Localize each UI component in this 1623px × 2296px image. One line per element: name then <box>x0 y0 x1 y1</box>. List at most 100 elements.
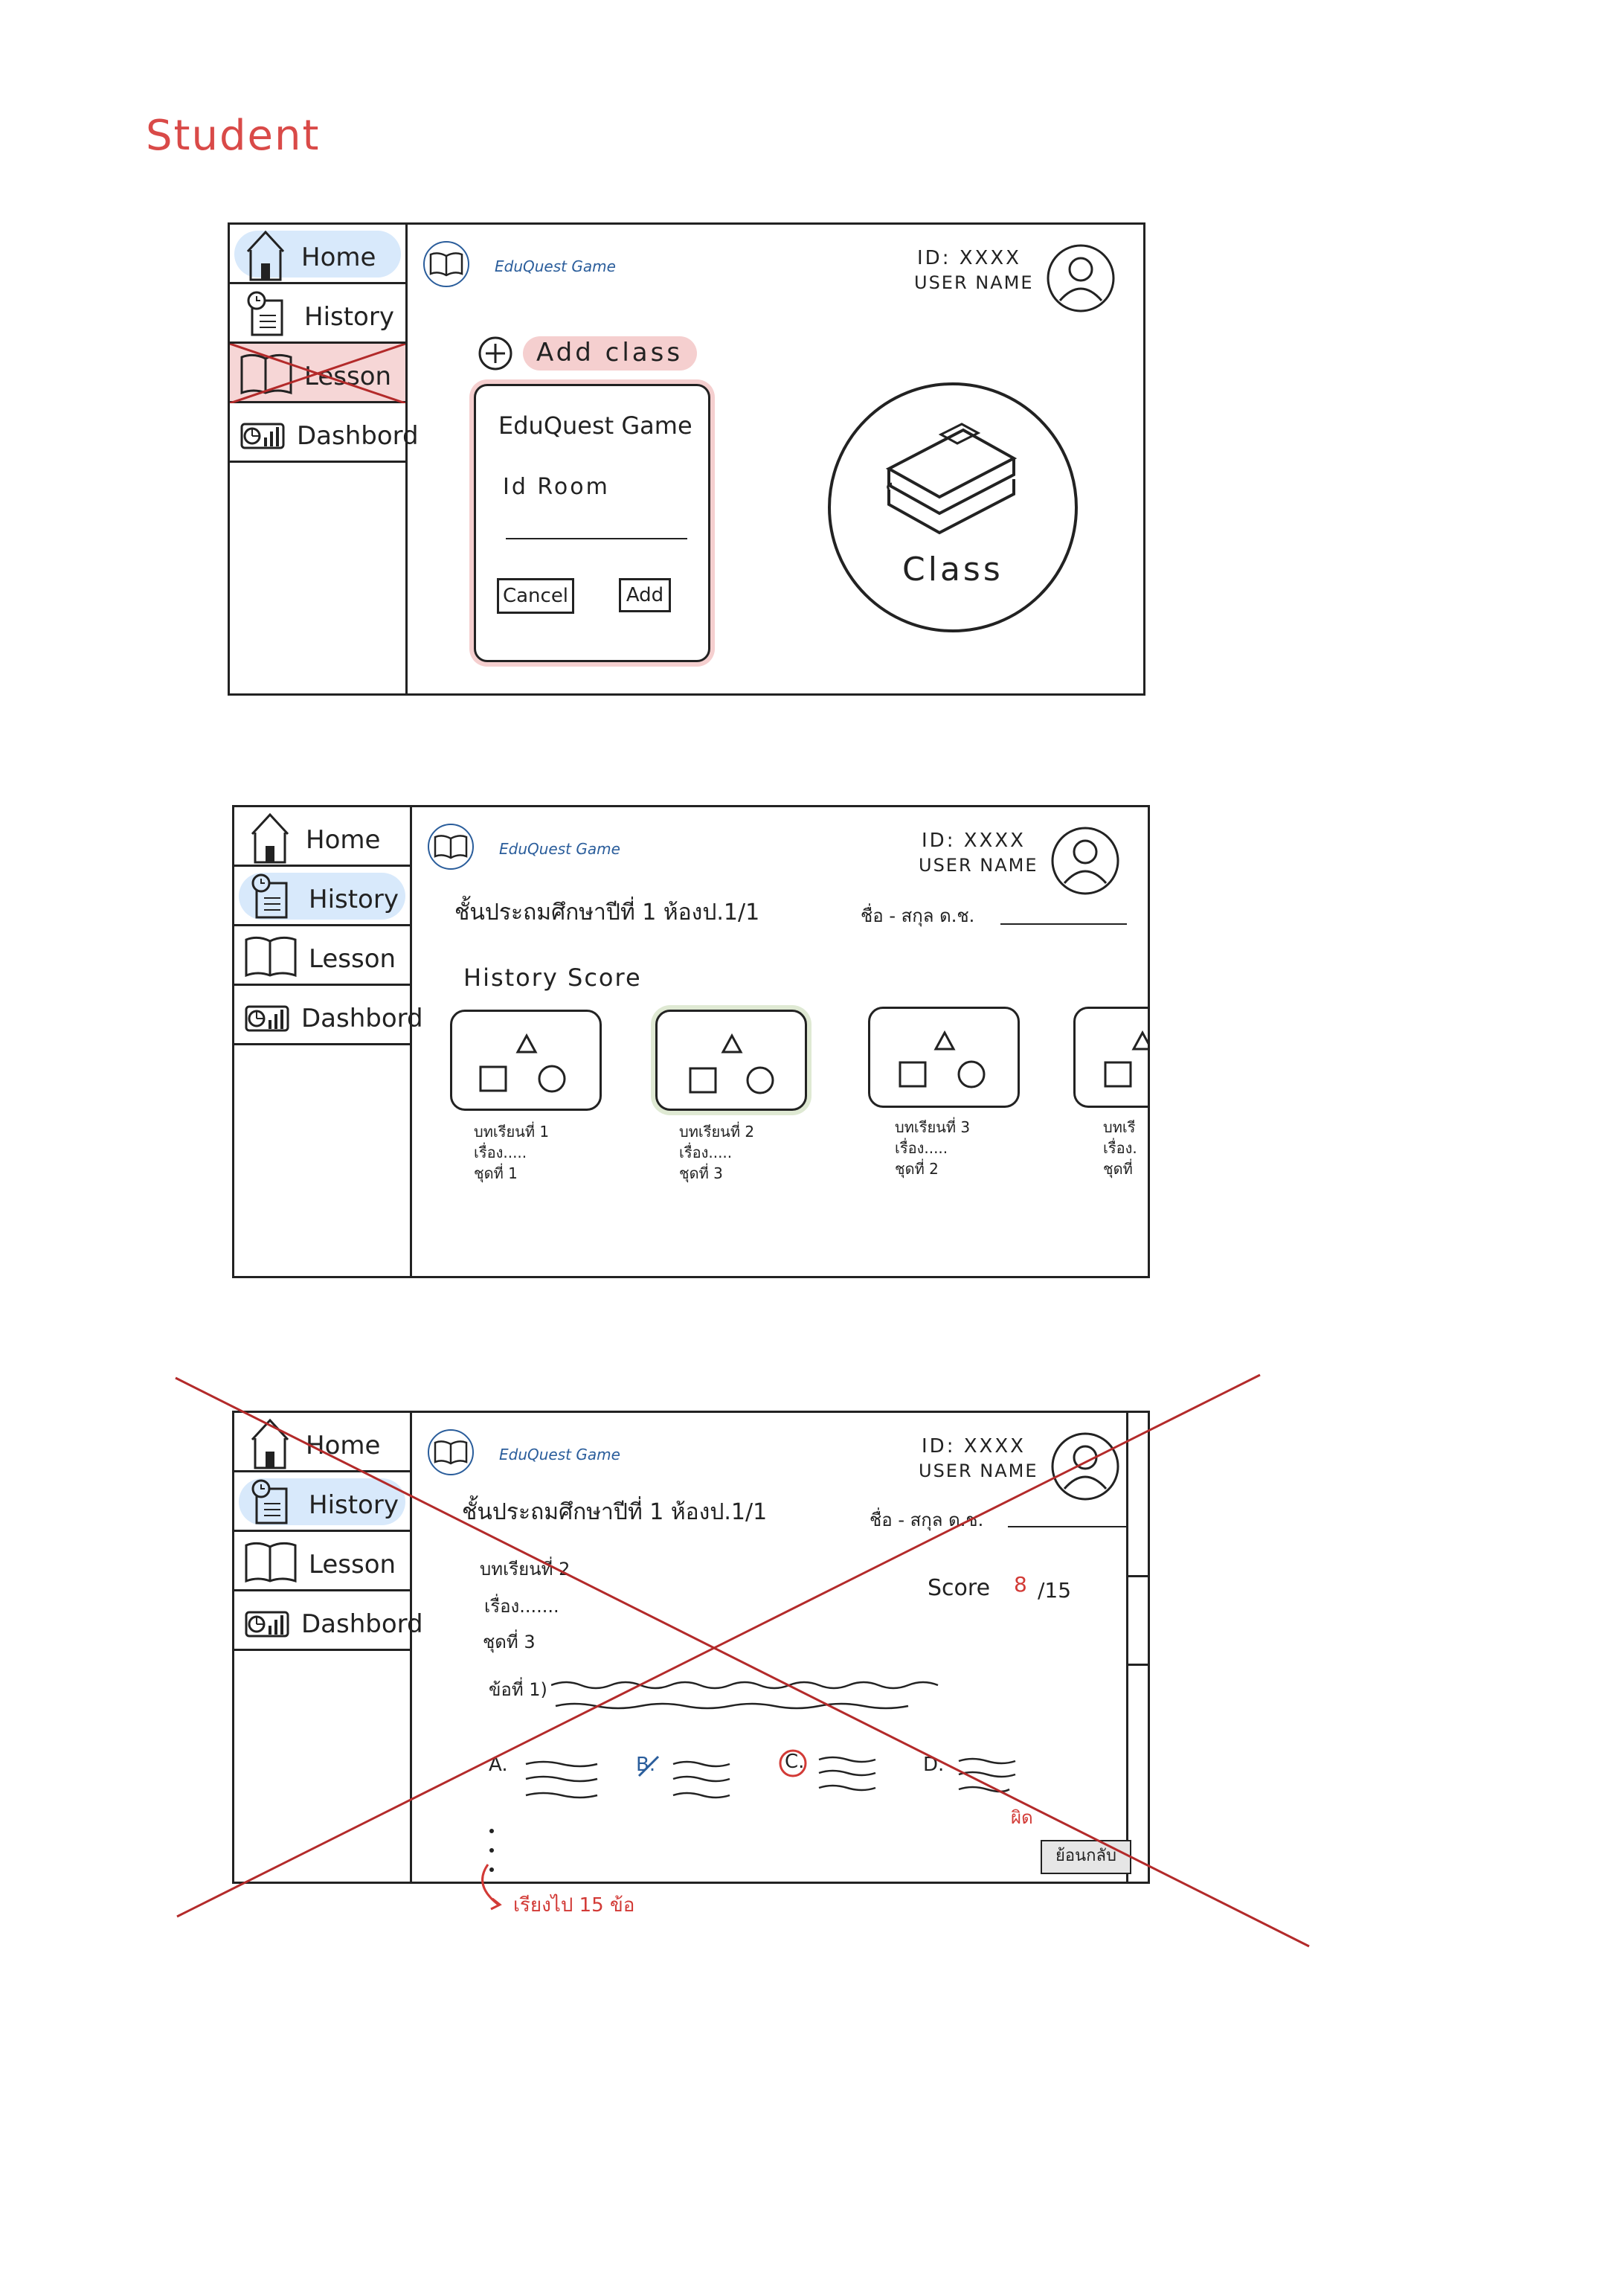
sidebar-label-history: History <box>304 302 394 332</box>
card-topic: เรื่อง..... <box>895 1139 948 1157</box>
sidebar-item-dashboard[interactable]: Dashbord <box>230 403 419 463</box>
class-button[interactable]: Class <box>828 382 1078 632</box>
score-card[interactable] <box>450 1010 602 1111</box>
option-c-label[interactable]: C. <box>785 1751 804 1773</box>
avatar-icon[interactable] <box>1045 243 1116 314</box>
student-name-label: ชื่อ - สกุล ด.ช. <box>861 905 975 926</box>
cancel-button[interactable]: Cancel <box>497 578 574 614</box>
user-id: ID: XXXX <box>917 247 1021 269</box>
sidebar: Home History Lesson Dashbord <box>230 225 419 693</box>
dashboard-icon <box>240 423 285 449</box>
card-lesson: บทเรียนที่ 2 <box>679 1123 755 1141</box>
sidebar-item-dashboard[interactable]: Dashbord <box>234 1591 423 1651</box>
question-text-lines <box>551 1681 939 1710</box>
continue-note: เรียงไป 15 ข้อ <box>513 1894 635 1917</box>
card-caption: บทเรียนที่ 1 เรื่อง..... ชุดที่ 1 <box>474 1121 549 1184</box>
card-set: ชุดที่ <box>1103 1160 1133 1178</box>
sidebar-item-history[interactable]: History <box>230 284 405 344</box>
avatar-icon[interactable] <box>1050 1431 1121 1502</box>
screen-answer-review: Home History Lesson Dashbord EduQuest Ga… <box>232 1411 1150 1884</box>
option-c-text <box>818 1756 876 1792</box>
user-name: USER NAME <box>919 1460 1038 1481</box>
score-card[interactable] <box>1073 1007 1148 1108</box>
book-icon <box>245 1542 297 1583</box>
dashboard-icon <box>245 1611 289 1638</box>
crossed-out-mark <box>230 344 405 403</box>
question-label: ข้อที่ 1) <box>489 1679 547 1700</box>
dialog-title: EduQuest Game <box>498 411 692 440</box>
option-a-label[interactable]: A. <box>489 1754 508 1776</box>
sidebar-item-lesson[interactable]: Lesson <box>234 926 410 986</box>
screen-home: Home History Lesson Dashbord EduQuest Ga… <box>228 222 1145 696</box>
sidebar-item-home[interactable]: Home <box>230 225 405 284</box>
score-card-list: บทเรียนที่ 1 เรื่อง..... ชุดที่ 1 บทเรีย… <box>410 999 1148 1245</box>
scrollbar[interactable] <box>1126 1413 1148 1882</box>
score-card-selected[interactable] <box>655 1010 807 1111</box>
sidebar-item-lesson[interactable]: Lesson <box>234 1532 410 1591</box>
lesson-label: บทเรียนที่ 2 <box>480 1559 571 1580</box>
set-label: ชุดที่ 3 <box>483 1632 536 1652</box>
student-name-line <box>1000 923 1127 925</box>
brand-name: EduQuest Game <box>495 257 616 275</box>
class-heading: ชั้นประถมศึกษาปีที่ 1 ห้องป.1/1 <box>454 900 760 926</box>
shapes-icon <box>1104 1030 1148 1088</box>
sidebar-label-lesson: Lesson <box>309 944 396 974</box>
score-value: 8 <box>1014 1572 1027 1597</box>
card-set: ชุดที่ 3 <box>679 1164 723 1182</box>
wrong-note: ผิด <box>1011 1807 1033 1828</box>
id-room-label: Id Room <box>503 474 610 500</box>
sidebar-label-history: History <box>309 885 399 914</box>
user-name: USER NAME <box>919 855 1038 876</box>
class-heading: ชั้นประถมศึกษาปีที่ 1 ห้องป.1/1 <box>462 1499 768 1525</box>
house-icon <box>251 812 289 864</box>
sidebar-item-history[interactable]: History <box>234 867 410 926</box>
history-icon <box>251 1479 288 1524</box>
id-room-input[interactable] <box>506 520 687 539</box>
sidebar-label-home: Home <box>306 1431 381 1460</box>
score-total: /15 <box>1038 1578 1072 1603</box>
brand-name: EduQuest Game <box>499 1446 620 1463</box>
card-lesson: บทเรียนที่ 1 <box>474 1123 550 1141</box>
sidebar: Home History Lesson Dashbord <box>234 807 423 1276</box>
screen-history: Home History Lesson Dashbord EduQuest Ga… <box>232 805 1150 1278</box>
student-name-label: ชื่อ - สกุล ด.ช. <box>870 1510 984 1530</box>
sidebar-item-home[interactable]: Home <box>234 807 410 867</box>
history-score-title: History Score <box>463 963 642 992</box>
sidebar-item-dashboard[interactable]: Dashbord <box>234 986 423 1045</box>
back-button[interactable]: ย้อนกลับ <box>1041 1840 1131 1874</box>
sidebar-item-history[interactable]: History <box>234 1472 410 1532</box>
sidebar-label-dashboard: Dashbord <box>301 1609 423 1639</box>
book-logo-icon <box>428 1429 474 1475</box>
user-id: ID: XXXX <box>922 1435 1026 1458</box>
class-label: Class <box>902 551 1003 589</box>
dashboard-icon <box>245 1005 289 1032</box>
sidebar-item-home[interactable]: Home <box>234 1413 410 1472</box>
book-logo-icon <box>423 241 469 287</box>
add-button[interactable]: Add <box>619 578 671 612</box>
card-caption: บทเรียนที่ 2 เรื่อง..... ชุดที่ 3 <box>679 1121 754 1184</box>
card-topic: เรื่อง. <box>1103 1139 1137 1157</box>
book-icon <box>245 936 297 978</box>
avatar-icon[interactable] <box>1050 825 1121 897</box>
card-set: ชุดที่ 1 <box>474 1164 518 1182</box>
shapes-icon <box>689 1033 774 1094</box>
history-icon <box>251 873 288 919</box>
add-class-button[interactable]: Add class <box>477 335 700 373</box>
sidebar-label-dashboard: Dashbord <box>301 1004 423 1033</box>
books-icon <box>885 423 1018 535</box>
scrollbar-thumb[interactable] <box>1128 1575 1148 1666</box>
sidebar-label-dashboard: Dashbord <box>297 421 419 451</box>
option-a-text <box>525 1760 598 1799</box>
brand-name: EduQuest Game <box>499 840 620 858</box>
house-icon <box>246 230 285 281</box>
add-class-label: Add class <box>536 338 684 368</box>
sidebar-label-history: History <box>309 1490 399 1520</box>
card-set: ชุดที่ 2 <box>895 1160 939 1178</box>
sidebar-label-home: Home <box>301 243 376 272</box>
score-card[interactable] <box>868 1007 1020 1108</box>
option-b-text <box>672 1760 730 1799</box>
user-id: ID: XXXX <box>922 830 1026 852</box>
option-d-label[interactable]: D. <box>923 1754 944 1776</box>
history-icon <box>247 291 283 336</box>
sidebar-item-lesson[interactable]: Lesson <box>230 344 405 403</box>
